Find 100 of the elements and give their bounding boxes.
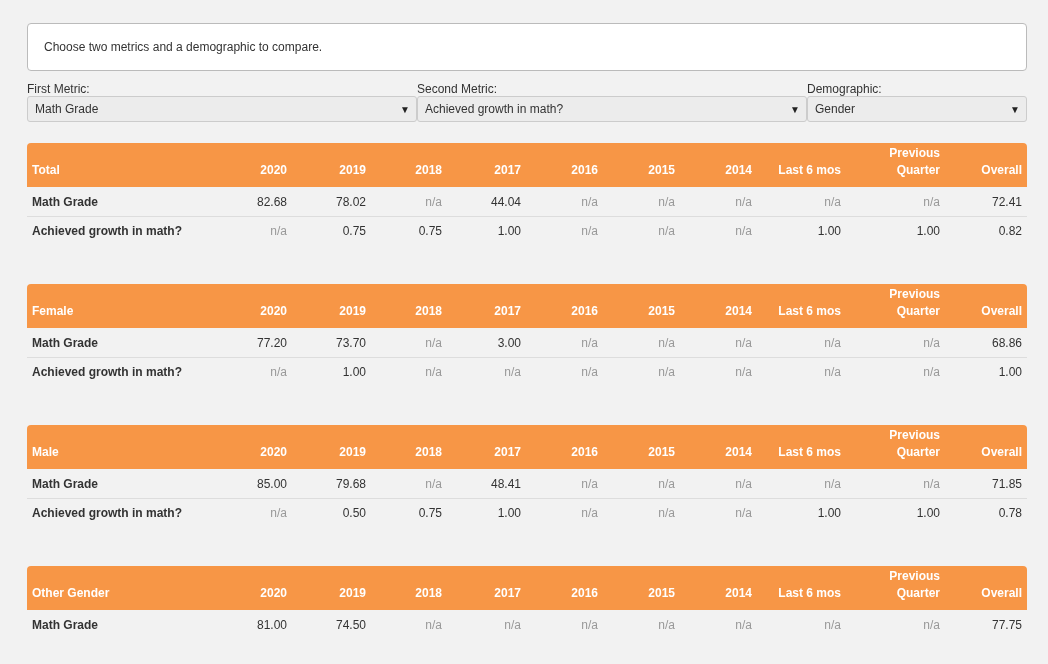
- column-header: 2019: [338, 585, 367, 602]
- metric-name: Math Grade: [31, 616, 99, 634]
- table-cell-text: n/a: [424, 334, 443, 352]
- table-cell-text: 82.68: [255, 193, 288, 211]
- column-header: 2019: [338, 162, 367, 179]
- metric-name: Achieved growth in math?: [31, 505, 183, 522]
- column-header: 2018: [414, 585, 443, 602]
- table-cell-text: 1.00: [816, 223, 842, 240]
- table-cell-text: 1.00: [496, 505, 522, 522]
- table-cell-text: n/a: [580, 475, 599, 493]
- table-cell-text: n/a: [503, 364, 522, 381]
- column-header: Overall: [980, 444, 1023, 461]
- table-cell-text: n/a: [580, 334, 599, 352]
- table-cell-text: 0.75: [417, 223, 443, 240]
- column-header: Last 6 mos: [777, 585, 842, 602]
- column-header: 2020: [259, 444, 288, 461]
- table-cell-text: n/a: [922, 616, 941, 634]
- table-cell-text: n/a: [269, 505, 288, 522]
- table-cell-text: n/a: [734, 475, 753, 493]
- table-cell-text: n/a: [269, 223, 288, 240]
- table-cell-text: 1.00: [997, 364, 1023, 381]
- column-header: 2016: [570, 162, 599, 179]
- table-cell-text: 72.41: [990, 193, 1023, 211]
- column-header: 2015: [647, 444, 676, 461]
- table-cell-text: 68.86: [990, 334, 1023, 352]
- dropdown[interactable]: Math Grade ▼: [27, 96, 417, 122]
- table-cell-text: n/a: [823, 193, 842, 211]
- table-cell-text: 0.78: [997, 505, 1023, 522]
- column-header: 2016: [570, 303, 599, 320]
- column-header: 2019: [338, 444, 367, 461]
- table-cell-text: n/a: [734, 364, 753, 381]
- table-cell-text: 0.50: [341, 505, 367, 522]
- table-cell-text: n/a: [657, 475, 676, 493]
- table-cell-text: n/a: [734, 505, 753, 522]
- table-cell-text: n/a: [424, 475, 443, 493]
- table-cell-text: n/a: [734, 193, 753, 211]
- table-cell-text: n/a: [269, 364, 288, 381]
- field-label: Demographic:: [807, 82, 883, 96]
- table-cell-text: n/a: [580, 616, 599, 634]
- table-cell-text: n/a: [657, 505, 676, 522]
- column-header: 2016: [570, 444, 599, 461]
- table-cell-text: 1.00: [496, 223, 522, 240]
- table-cell-text: n/a: [922, 193, 941, 211]
- table-cell-text: 1.00: [341, 364, 367, 381]
- table-cell-text: 85.00: [255, 475, 288, 493]
- metric-name: Math Grade: [31, 334, 99, 352]
- table-cell-text: 44.04: [489, 193, 522, 211]
- table-cell-text: n/a: [424, 364, 443, 381]
- table-cell-text: n/a: [657, 334, 676, 352]
- column-header: 2017: [493, 303, 522, 320]
- table-cell-text: 0.82: [997, 223, 1023, 240]
- column-header: Last 6 mos: [777, 444, 842, 461]
- column-header: Overall: [980, 585, 1023, 602]
- group-header: Other Gender: [31, 585, 111, 602]
- table-cell-text: 1.00: [915, 505, 941, 522]
- table-cell-text: n/a: [503, 616, 522, 634]
- table-cell-text: n/a: [657, 223, 676, 240]
- column-header: 2017: [493, 444, 522, 461]
- column-header: Previous Quarter: [888, 286, 941, 320]
- instructions-text: Choose two metrics and a demographic to compare.: [44, 39, 323, 56]
- table-cell-text: n/a: [580, 364, 599, 381]
- table-cell-text: 71.85: [990, 475, 1023, 493]
- metric-name: Math Grade: [31, 193, 99, 211]
- dropdown[interactable]: Gender ▼: [807, 96, 1027, 122]
- field-label: First Metric:: [27, 82, 91, 96]
- table-cell-text: n/a: [823, 334, 842, 352]
- table-cell-text: 48.41: [489, 475, 522, 493]
- column-header: 2020: [259, 162, 288, 179]
- column-header: Overall: [980, 162, 1023, 179]
- table-cell-text: n/a: [580, 505, 599, 522]
- column-header: 2015: [647, 162, 676, 179]
- table-cell-text: n/a: [823, 364, 842, 381]
- table-cell-text: n/a: [580, 193, 599, 211]
- table-cell-text: 0.75: [341, 223, 367, 240]
- table-cell-text: 79.68: [334, 475, 367, 493]
- column-header: 2019: [338, 303, 367, 320]
- metric-name: Achieved growth in math?: [31, 364, 183, 381]
- table-cell-text: n/a: [424, 616, 443, 634]
- table-cell-text: n/a: [734, 334, 753, 352]
- table-cell-text: 78.02: [334, 193, 367, 211]
- table-cell-text: n/a: [657, 193, 676, 211]
- field-label: Second Metric:: [417, 82, 499, 96]
- table-cell-text: n/a: [657, 364, 676, 381]
- dropdown[interactable]: Achieved growth in math? ▼: [417, 96, 807, 122]
- column-header: 2014: [724, 585, 753, 602]
- table-cell-text: n/a: [823, 616, 842, 634]
- table-cell-text: 73.70: [334, 334, 367, 352]
- column-header: 2017: [493, 162, 522, 179]
- group-header: Female: [31, 303, 75, 320]
- column-header: 2017: [493, 585, 522, 602]
- column-header: 2018: [414, 162, 443, 179]
- column-header: Previous Quarter: [888, 145, 941, 179]
- column-header: Last 6 mos: [777, 162, 842, 179]
- column-header: 2014: [724, 162, 753, 179]
- table-cell-text: 3.00: [496, 334, 522, 352]
- table-cell-text: n/a: [823, 475, 842, 493]
- column-header: Overall: [980, 303, 1023, 320]
- column-header: 2014: [724, 444, 753, 461]
- column-header: 2018: [414, 444, 443, 461]
- table-cell-text: 0.75: [417, 505, 443, 522]
